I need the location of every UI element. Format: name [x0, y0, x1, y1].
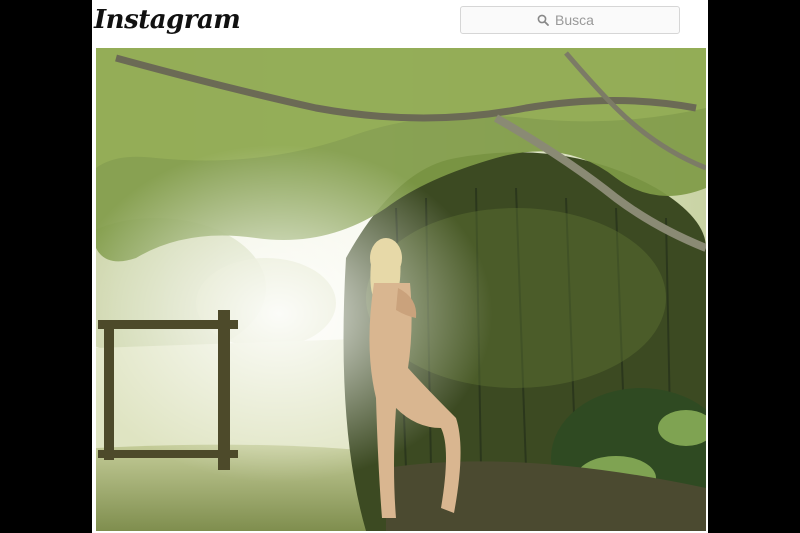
search-icon — [537, 14, 549, 26]
search-input[interactable] — [555, 12, 603, 28]
search-box[interactable] — [460, 6, 680, 34]
instagram-logo[interactable]: Instagram — [94, 5, 241, 35]
post-image[interactable] — [96, 48, 706, 531]
garden-photo — [96, 48, 706, 531]
top-bar: Instagram — [92, 0, 708, 46]
instagram-page: Instagram — [92, 0, 708, 533]
